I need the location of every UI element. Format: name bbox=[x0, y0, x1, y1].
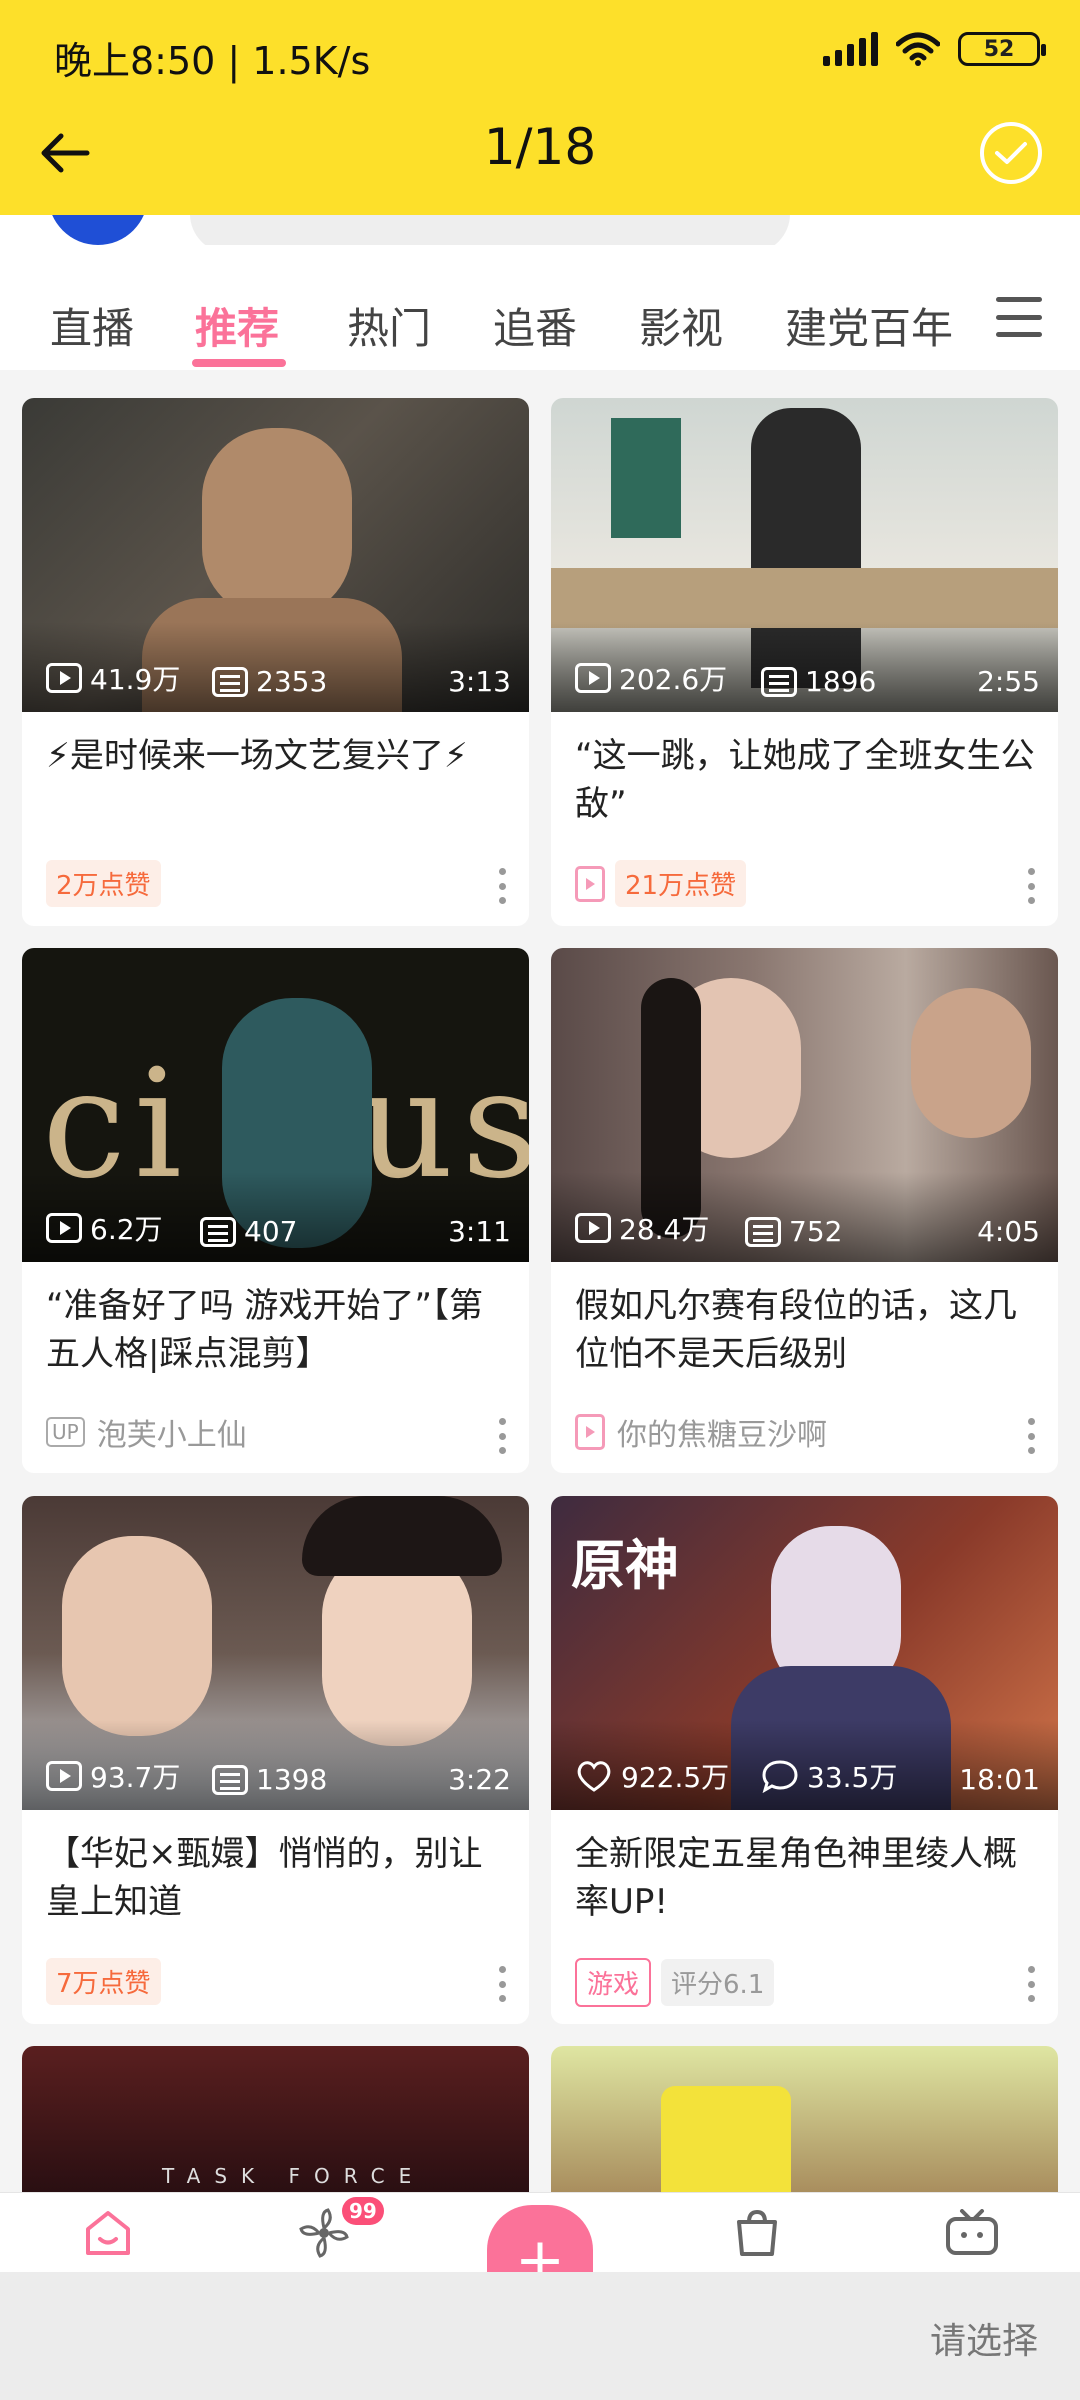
play-icon bbox=[46, 1761, 82, 1791]
video-thumbnail: ci us 6.2万 407 3:11 bbox=[22, 948, 529, 1262]
video-card[interactable] bbox=[551, 2046, 1058, 2192]
tv-icon[interactable] bbox=[944, 2207, 1000, 2259]
play-icon bbox=[575, 663, 611, 693]
tab-anime[interactable]: 追番 bbox=[493, 295, 577, 356]
game-card[interactable]: 原神 922.5万 33.5万 18:01 全新限定五星角色神里绫人概率UP! … bbox=[551, 1496, 1058, 2024]
view-count: 6.2万 bbox=[46, 1208, 163, 1248]
active-tab-indicator bbox=[192, 359, 286, 367]
channel-tabs: 直播 推荐 热门 追番 影视 建党百年 bbox=[0, 245, 1080, 370]
danmaku-icon bbox=[212, 1764, 248, 1795]
like-badge: 21万点赞 bbox=[615, 860, 747, 907]
more-options-icon[interactable] bbox=[497, 1418, 507, 1454]
view-count: 202.6万 bbox=[575, 658, 727, 698]
select-button[interactable]: 请选择 bbox=[930, 2312, 1038, 2364]
wifi-icon bbox=[896, 32, 940, 66]
video-card[interactable]: 28.4万 752 4:05 假如凡尔赛有段位的话，这几位怕不是天后级别 你的焦… bbox=[551, 948, 1058, 1473]
status-time: 晚上8:50 | 1.5K/s bbox=[54, 39, 371, 83]
play-icon bbox=[575, 1213, 611, 1243]
video-title: 假如凡尔赛有段位的话，这几位怕不是天后级别 bbox=[575, 1286, 1017, 1374]
game-badge: 游戏 bbox=[575, 1958, 652, 2007]
danmaku-icon bbox=[745, 1216, 781, 1247]
video-thumbnail: 41.9万 2353 3:13 bbox=[22, 398, 529, 712]
menu-icon[interactable] bbox=[996, 297, 1042, 337]
video-thumbnail bbox=[551, 2046, 1058, 2192]
tab-hot[interactable]: 热门 bbox=[347, 295, 431, 356]
video-card[interactable]: TASK FORCE bbox=[22, 2046, 529, 2192]
view-count: 93.7万 bbox=[46, 1756, 180, 1796]
more-options-icon[interactable] bbox=[497, 1966, 507, 2002]
score-badge: 评分6.1 bbox=[661, 1959, 775, 2006]
like-count: 922.5万 bbox=[575, 1756, 729, 1796]
tab-recommend[interactable]: 推荐 bbox=[195, 295, 279, 356]
tab-live[interactable]: 直播 bbox=[50, 295, 134, 356]
selection-sheet: 请选择 bbox=[0, 2272, 1080, 2400]
danmaku-icon bbox=[200, 1216, 236, 1247]
video-card[interactable]: ci us 6.2万 407 3:11 “准备好了吗 游戏开始了”【第五人格|踩… bbox=[22, 948, 529, 1473]
home-icon[interactable] bbox=[80, 2207, 136, 2259]
check-icon bbox=[995, 142, 1027, 164]
view-count: 41.9万 bbox=[46, 658, 180, 698]
play-icon bbox=[46, 663, 82, 693]
danmaku-count: 2353 bbox=[212, 665, 327, 698]
video-thumbnail: 28.4万 752 4:05 bbox=[551, 948, 1058, 1262]
signal-icon bbox=[823, 32, 878, 66]
page-counter: 1/18 bbox=[483, 118, 597, 176]
video-duration: 3:13 bbox=[448, 665, 511, 698]
video-card[interactable]: 202.6万 1896 2:55 “这一跳，让她成了全班女生公敌” 21万点赞 bbox=[551, 398, 1058, 926]
status-icons: 52 bbox=[823, 32, 1046, 66]
search-row bbox=[0, 215, 1080, 245]
up-icon: UP bbox=[46, 1417, 85, 1447]
tab-party-centenary[interactable]: 建党百年 bbox=[785, 295, 953, 356]
like-badge: 2万点赞 bbox=[46, 860, 161, 907]
comment-count: 33.5万 bbox=[761, 1756, 897, 1796]
danmaku-count: 1398 bbox=[212, 1763, 327, 1796]
video-duration: 3:22 bbox=[448, 1763, 511, 1796]
like-badge: 7万点赞 bbox=[46, 1958, 161, 2005]
game-title: 全新限定五星角色神里绫人概率UP! bbox=[575, 1834, 1017, 1922]
heart-icon bbox=[577, 1761, 611, 1792]
comment-icon bbox=[762, 1760, 798, 1793]
video-card[interactable]: 41.9万 2353 3:13 ⚡是时候来一场文艺复兴了⚡ 2万点赞 bbox=[22, 398, 529, 926]
search-input[interactable] bbox=[190, 215, 790, 245]
video-duration: 3:11 bbox=[448, 1215, 511, 1248]
play-icon bbox=[46, 1213, 82, 1243]
game-logo: 原神 bbox=[571, 1533, 679, 1597]
video-thumbnail: TASK FORCE bbox=[22, 2046, 529, 2192]
more-options-icon[interactable] bbox=[1026, 1418, 1036, 1454]
top-bar: 晚上8:50 | 1.5K/s 52 1/18 bbox=[0, 0, 1080, 215]
video-icon bbox=[575, 865, 605, 902]
danmaku-icon bbox=[761, 666, 797, 697]
video-title: “这一跳，让她成了全班女生公敌” bbox=[575, 736, 1035, 824]
notification-badge: 99 bbox=[342, 2197, 384, 2225]
game-thumbnail: 原神 922.5万 33.5万 18:01 bbox=[551, 1496, 1058, 1810]
bottom-nav: 99 + bbox=[0, 2192, 1080, 2295]
video-duration: 4:05 bbox=[977, 1215, 1040, 1248]
uploader[interactable]: UP 泡芙小上仙 bbox=[46, 1410, 247, 1454]
video-card[interactable]: 93.7万 1398 3:22 【华妃×甄嬛】悄悄的，别让皇上知道 7万点赞 bbox=[22, 1496, 529, 2024]
danmaku-icon bbox=[212, 666, 248, 697]
video-duration: 18:01 bbox=[959, 1763, 1040, 1796]
video-thumbnail: 202.6万 1896 2:55 bbox=[551, 398, 1058, 712]
mall-icon[interactable] bbox=[729, 2207, 785, 2259]
danmaku-count: 752 bbox=[745, 1215, 842, 1248]
view-count: 28.4万 bbox=[575, 1208, 709, 1248]
danmaku-count: 1896 bbox=[761, 665, 876, 698]
uploader[interactable]: 你的焦糖豆沙啊 bbox=[575, 1410, 827, 1454]
video-title: “准备好了吗 游戏开始了”【第五人格|踩点混剪】 bbox=[46, 1286, 484, 1374]
video-duration: 2:55 bbox=[977, 665, 1040, 698]
video-icon bbox=[575, 1414, 605, 1450]
video-thumbnail: 93.7万 1398 3:22 bbox=[22, 1496, 529, 1810]
danmaku-count: 407 bbox=[200, 1215, 297, 1248]
tab-movies[interactable]: 影视 bbox=[639, 295, 723, 356]
more-options-icon[interactable] bbox=[1026, 868, 1036, 904]
avatar[interactable] bbox=[48, 215, 148, 245]
confirm-button[interactable] bbox=[980, 122, 1042, 184]
more-options-icon[interactable] bbox=[1026, 1966, 1036, 2002]
video-title: 【华妃×甄嬛】悄悄的，别让皇上知道 bbox=[46, 1834, 483, 1922]
battery-icon: 52 bbox=[958, 32, 1046, 66]
video-title: ⚡是时候来一场文艺复兴了⚡ bbox=[46, 736, 468, 776]
more-options-icon[interactable] bbox=[497, 868, 507, 904]
